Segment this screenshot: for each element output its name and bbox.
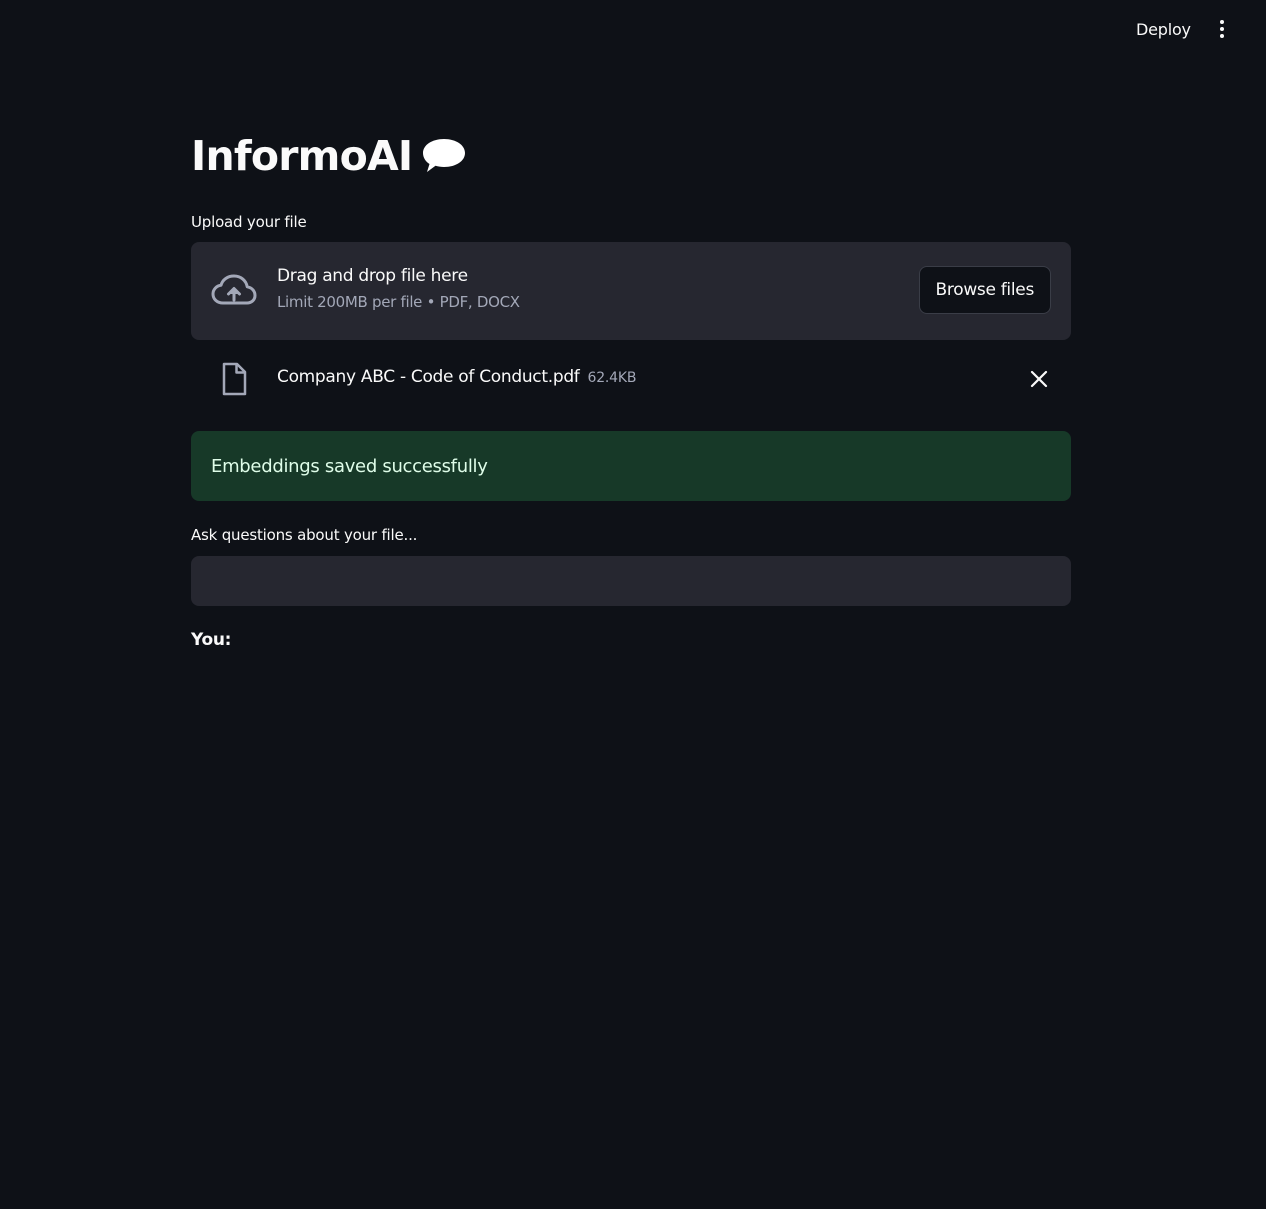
success-alert: Embeddings saved successfully bbox=[191, 431, 1071, 501]
uploaded-file-row: Company ABC - Code of Conduct.pdf 62.4KB bbox=[191, 340, 1071, 418]
top-header: Deploy bbox=[0, 0, 1266, 60]
kebab-menu-icon[interactable] bbox=[1212, 20, 1232, 42]
file-size: 62.4KB bbox=[587, 370, 637, 386]
upload-label: Upload your file bbox=[191, 213, 307, 231]
page-title: InformoAI bbox=[191, 128, 1071, 184]
dropzone-subtitle: Limit 200MB per file • PDF, DOCX bbox=[277, 293, 520, 311]
uploaded-file-name: Company ABC - Code of Conduct.pdf 62.4KB bbox=[277, 367, 636, 387]
remove-file-close-icon[interactable] bbox=[1029, 369, 1049, 389]
chat-you-label: You: bbox=[191, 630, 232, 650]
cloud-upload-icon bbox=[211, 274, 257, 305]
speech-bubble-icon bbox=[423, 139, 466, 172]
dropzone-text: Drag and drop file here Limit 200MB per … bbox=[277, 266, 520, 311]
file-name-text: Company ABC - Code of Conduct.pdf bbox=[277, 367, 580, 387]
question-input[interactable] bbox=[191, 556, 1071, 606]
dropzone-title: Drag and drop file here bbox=[277, 266, 468, 286]
file-icon bbox=[222, 362, 247, 396]
question-label: Ask questions about your file... bbox=[191, 526, 418, 544]
deploy-button[interactable]: Deploy bbox=[1128, 18, 1199, 41]
file-dropzone[interactable]: Drag and drop file here Limit 200MB per … bbox=[191, 242, 1071, 340]
page-title-text: InformoAI bbox=[191, 132, 413, 180]
main-content: InformoAI Upload your file Drag and drop… bbox=[191, 120, 1071, 650]
browse-files-button[interactable]: Browse files bbox=[918, 266, 1051, 314]
